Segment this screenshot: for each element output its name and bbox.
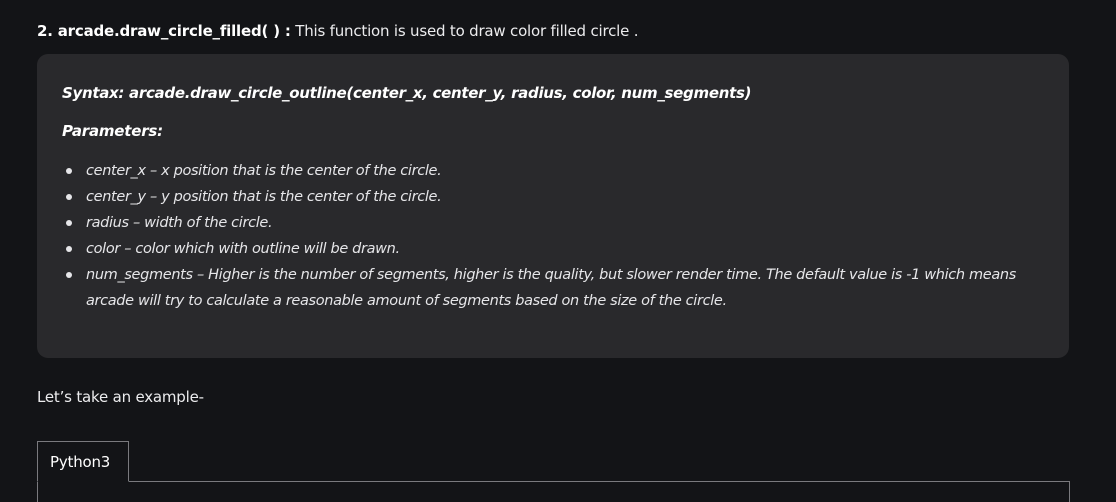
function-description: This function is used to draw color fill…: [290, 22, 639, 40]
list-item: radius – width of the circle.: [62, 210, 1052, 236]
parameter-text: radius – width of the circle.: [86, 215, 273, 231]
code-block: [37, 481, 1070, 502]
example-intro: Let’s take an example-: [37, 388, 204, 406]
list-item: center_x – x position that is the center…: [62, 158, 1052, 184]
tab-python3[interactable]: Python3: [37, 441, 129, 482]
bullet-icon: [66, 246, 72, 252]
parameter-list: center_x – x position that is the center…: [62, 158, 1052, 314]
function-name: 2. arcade.draw_circle_filled( ) :: [37, 22, 291, 40]
bullet-icon: [66, 168, 72, 174]
tab-label: Python3: [50, 453, 111, 471]
bullet-icon: [66, 220, 72, 226]
list-item: center_y – y position that is the center…: [62, 184, 1052, 210]
article-page: 2. arcade.draw_circle_filled( ) : This f…: [0, 0, 1116, 502]
section-heading: 2. arcade.draw_circle_filled( ) : This f…: [37, 21, 638, 41]
list-item: color – color which with outline will be…: [62, 236, 1052, 262]
parameter-text: color – color which with outline will be…: [86, 241, 400, 257]
list-item: num_segments – Higher is the number of s…: [62, 262, 1052, 314]
syntax-line: Syntax: arcade.draw_circle_outline(cente…: [62, 84, 752, 102]
parameter-text: center_y – y position that is the center…: [86, 189, 442, 205]
parameter-text: num_segments – Higher is the number of s…: [86, 267, 1016, 309]
parameter-text: center_x – x position that is the center…: [86, 163, 442, 179]
parameters-title: Parameters:: [62, 122, 163, 140]
bullet-icon: [66, 272, 72, 278]
bullet-icon: [66, 194, 72, 200]
syntax-card: Syntax: arcade.draw_circle_outline(cente…: [37, 54, 1069, 358]
